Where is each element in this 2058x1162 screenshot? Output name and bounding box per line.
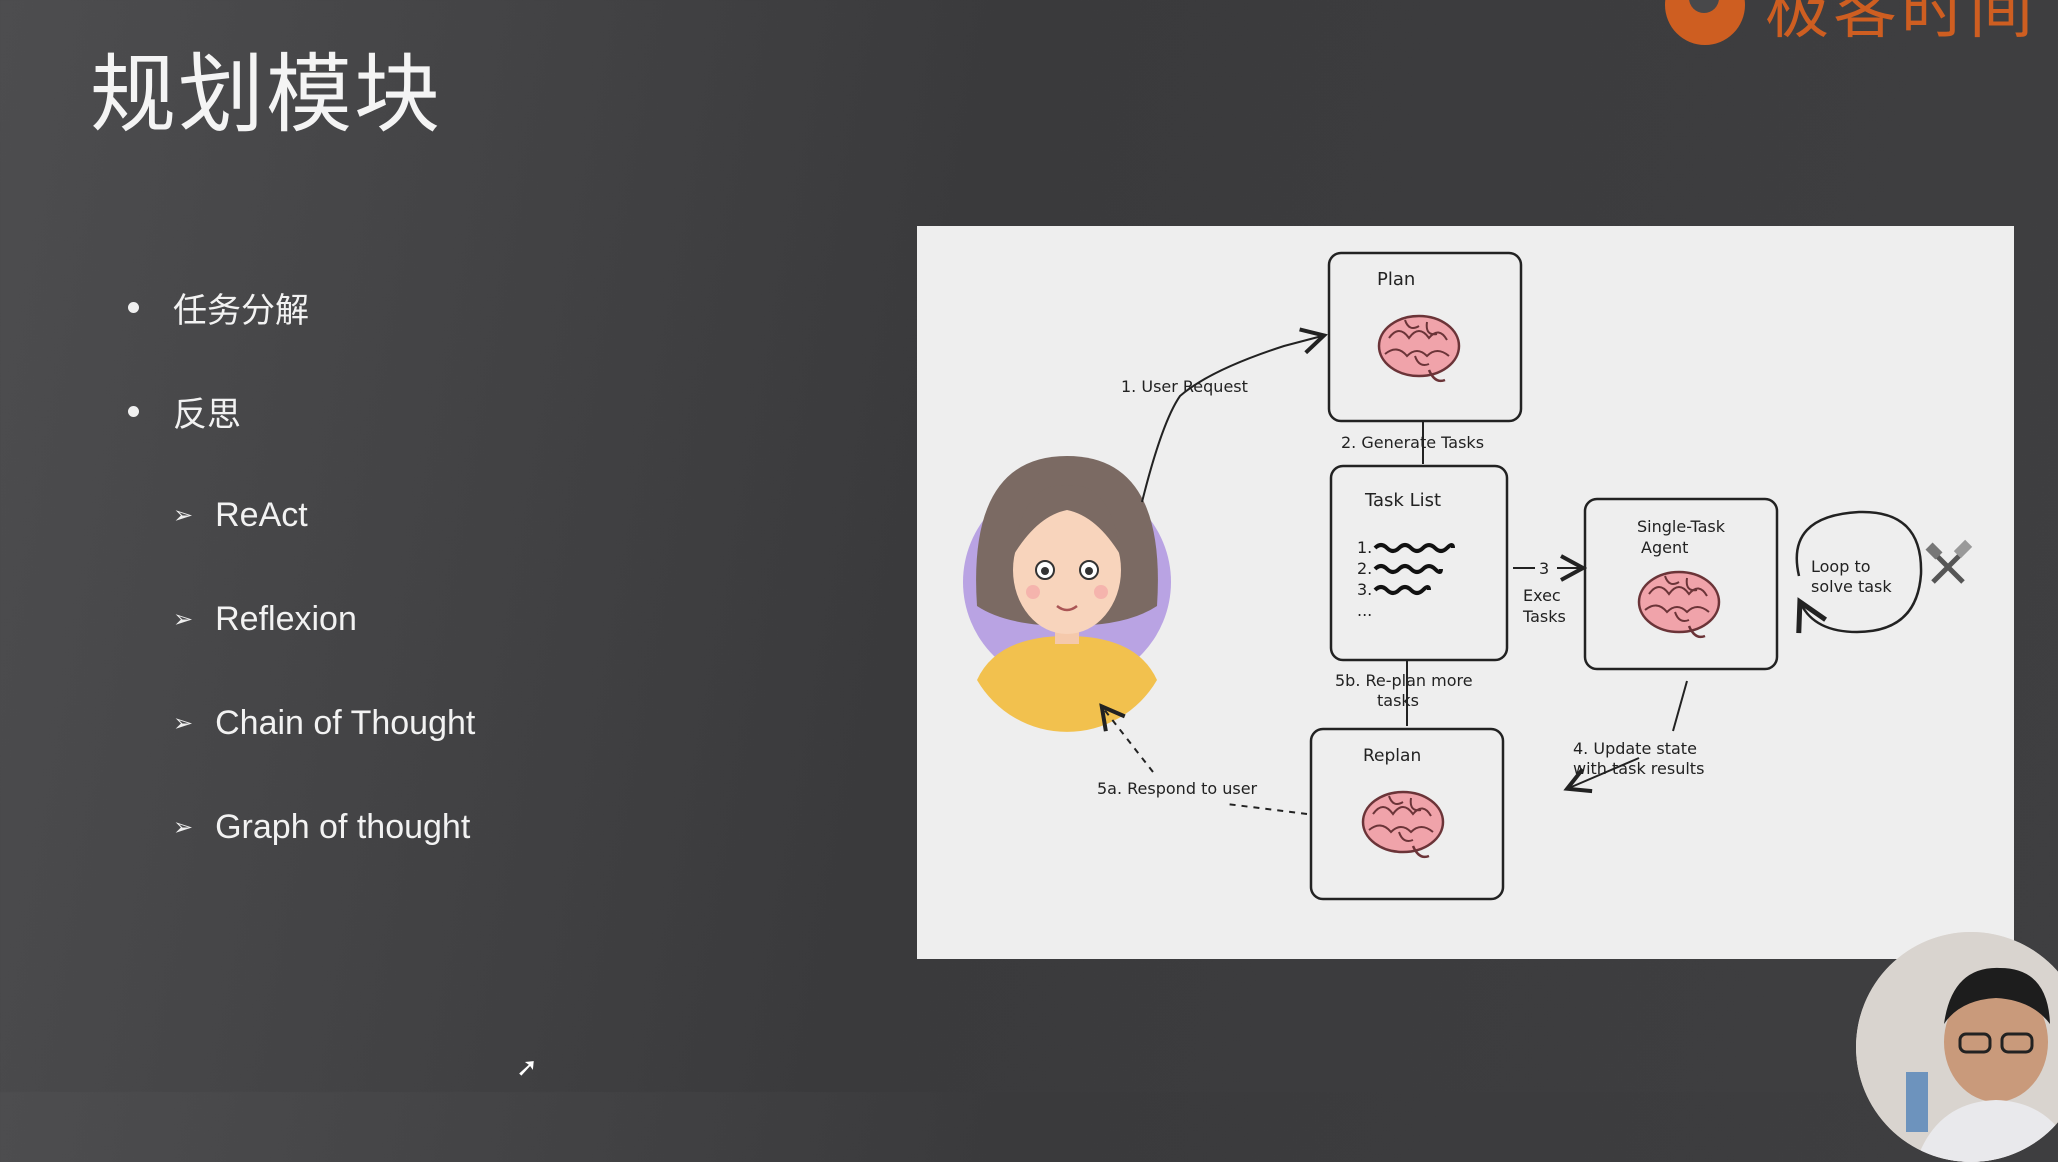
- task-list-label: Task List: [1364, 490, 1441, 511]
- sub-bullet-item: ➢ Chain of Thought: [128, 671, 475, 775]
- replan-label: Replan: [1363, 746, 1421, 766]
- arrowhead-icon: ➢: [173, 605, 194, 633]
- task-item-number: 1.: [1357, 538, 1372, 557]
- step4-label-line1: 4. Update state: [1573, 739, 1697, 758]
- step4-label-line2: with task results: [1573, 759, 1704, 778]
- step5b-label-line2: tasks: [1377, 691, 1419, 710]
- step3-label-line2: Tasks: [1522, 607, 1566, 626]
- presenter-webcam: [1856, 932, 2058, 1162]
- bullet-item: 反思: [128, 359, 475, 463]
- step3-label-line1: Exec: [1523, 586, 1561, 605]
- bullet-dot-icon: [128, 405, 139, 417]
- presenter-avatar: [1856, 932, 2058, 1162]
- plan-label: Plan: [1377, 269, 1415, 290]
- squiggle-line-icon: [1373, 585, 1431, 595]
- bullet-label: 反思: [173, 395, 241, 434]
- slide-title: 规划模块: [90, 45, 442, 145]
- user-request-arrow: [1141, 336, 1322, 503]
- sub-bullet-label: Reflexion: [215, 599, 357, 638]
- logo-icon: [1665, 0, 1745, 45]
- sub-bullet-label: Chain of Thought: [215, 703, 476, 742]
- loop-label-line2: solve task: [1811, 577, 1892, 596]
- arrowhead-icon: ➢: [173, 709, 194, 737]
- bullet-label: 任务分解: [173, 291, 309, 330]
- squiggle-line-icon: [1373, 543, 1455, 553]
- arrowhead-icon: ➢: [173, 501, 194, 529]
- logo-text: 极客时间: [1765, 0, 2037, 48]
- agent-label-line2: Agent: [1641, 538, 1688, 557]
- task-item-number: 3.: [1357, 580, 1372, 599]
- agent-label-line1: Single-Task: [1637, 517, 1726, 536]
- loop-label-line1: Loop to: [1811, 557, 1871, 576]
- step3-number: 3: [1539, 559, 1549, 578]
- mouse-cursor-icon: ➚: [516, 1052, 538, 1082]
- step5a-label: 5a. Respond to user: [1097, 779, 1258, 798]
- diagram-canvas: Plan Task List 1. 2. 3. ... Single-Task …: [963, 251, 1973, 901]
- step2-label: 2. Generate Tasks: [1341, 433, 1484, 452]
- task-item-number: ...: [1357, 601, 1372, 620]
- step1-label: 1. User Request: [1121, 377, 1248, 396]
- sub-bullet-item: ➢ Graph of thought: [128, 775, 475, 879]
- bullet-item: 任务分解: [128, 255, 475, 359]
- sub-bullet-label: Graph of thought: [215, 807, 471, 846]
- step5b-label-line1: 5b. Re-plan more: [1335, 671, 1473, 690]
- sub-bullet-item: ➢ ReAct: [128, 463, 475, 567]
- sub-bullet-item: ➢ Reflexion: [128, 567, 475, 671]
- planning-diagram: Plan Task List 1. 2. 3. ... Single-Task …: [917, 226, 2014, 959]
- brand-logo: 极客时间: [1665, 0, 2037, 48]
- task-item-number: 2.: [1357, 559, 1372, 578]
- tools-icon: [1925, 539, 1973, 584]
- bullet-list: 任务分解 反思 ➢ ReAct ➢ Reflexion ➢ Chain of T…: [128, 255, 475, 879]
- arrowhead-icon: ➢: [173, 813, 194, 841]
- respond-to-user-arrow: [1103, 708, 1308, 815]
- plan-brain-icon: [1377, 314, 1461, 383]
- replan-brain-icon: [1361, 790, 1445, 859]
- bullet-dot-icon: [128, 301, 139, 313]
- sub-bullet-label: ReAct: [215, 495, 308, 534]
- agent-brain-icon: [1637, 570, 1721, 639]
- squiggle-line-icon: [1373, 564, 1443, 574]
- user-avatar: [963, 456, 1171, 732]
